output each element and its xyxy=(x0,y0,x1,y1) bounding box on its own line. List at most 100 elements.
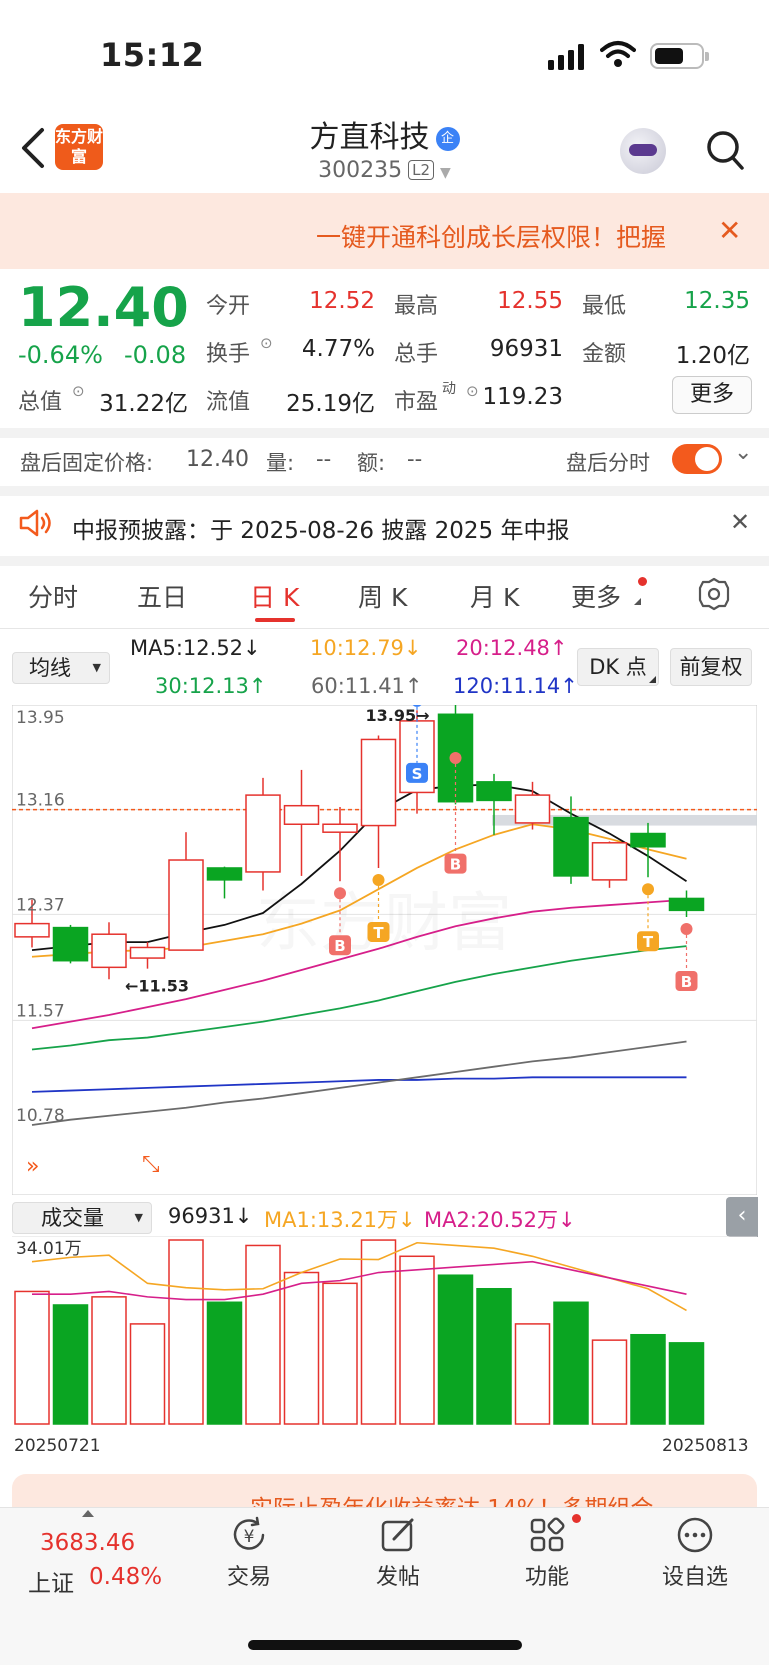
candle-up xyxy=(514,794,551,824)
nav-post-label: 发帖 xyxy=(375,1565,420,1590)
candle-up xyxy=(283,804,320,825)
tab-weekly-k[interactable]: 周 K xyxy=(358,578,407,614)
volume-bar-up xyxy=(322,1282,358,1425)
candle-up xyxy=(91,933,127,969)
y-tick-label: 13.95 xyxy=(16,708,65,728)
active-tab-indicator xyxy=(255,618,295,622)
signal-label: T xyxy=(643,933,654,951)
candlestick-chart[interactable]: 东方财富 BTSBTB 13.9513.1612.3711.5710.7813.… xyxy=(12,705,757,1195)
value-high: 12.55 xyxy=(497,288,563,314)
level-badge: L2 xyxy=(408,160,435,180)
ma60-value: 60:11.41↑ xyxy=(311,674,423,698)
candle-up xyxy=(591,842,628,881)
tab-more[interactable]: 更多 xyxy=(571,578,621,614)
volume-bar-down xyxy=(206,1301,243,1425)
status-time: 15:12 xyxy=(100,36,205,74)
dk-point-button[interactable]: DK 点 xyxy=(577,648,659,686)
divider xyxy=(0,556,769,566)
index-value[interactable]: 3683.46 xyxy=(40,1530,135,1556)
ma10-value: 10:12.79↓ xyxy=(310,636,422,660)
volume-bar-up xyxy=(245,1244,281,1425)
change-amount: -0.08 xyxy=(124,341,187,369)
volume-bar-up xyxy=(591,1339,628,1425)
volume-bar-up xyxy=(168,1239,204,1425)
tab-five-day[interactable]: 五日 xyxy=(137,578,187,614)
after-hours-price-value: 12.40 xyxy=(186,447,249,472)
volume-bar-up xyxy=(14,1290,50,1425)
volume-bar-up xyxy=(514,1323,551,1425)
double-chevron-icon[interactable]: » xyxy=(26,1154,39,1179)
after-hours-toggle[interactable] xyxy=(672,444,722,474)
app-screen: { "status_bar": { "time": "15:12" }, "he… xyxy=(0,0,769,1665)
volume-bar-down xyxy=(553,1301,589,1425)
after-hours-price-label: 盘后固定价格: xyxy=(20,451,154,475)
signal-dot xyxy=(334,887,346,900)
signal-label: B xyxy=(681,973,692,991)
index-change: 0.48% xyxy=(89,1564,163,1590)
change-percent: -0.64% xyxy=(18,341,103,369)
more-dots-icon xyxy=(677,1517,713,1553)
info-icon[interactable]: ⊙ xyxy=(466,382,479,400)
value-turnover: 4.77% xyxy=(301,336,375,362)
ma20-value: 20:12.48↑ xyxy=(456,636,568,660)
y-tick-label: 11.57 xyxy=(16,1001,65,1021)
pe-superscript: 动 xyxy=(442,381,456,397)
volume-select-label: 成交量 xyxy=(41,1206,104,1230)
label-market-cap: 总值 xyxy=(18,390,63,415)
nav-trade[interactable]: ¥ 交易 xyxy=(199,1515,299,1591)
robot-assistant-icon[interactable] xyxy=(620,128,666,174)
svg-text:¥: ¥ xyxy=(244,1527,255,1547)
volume-bar-down xyxy=(437,1274,474,1425)
corner-triangle-icon xyxy=(649,676,656,683)
signal-label: B xyxy=(450,856,461,874)
collapse-panel-button[interactable]: ‹ xyxy=(726,1197,758,1237)
tab-daily-k[interactable]: 日 K xyxy=(250,578,299,614)
indicator-select[interactable]: 均线 ▼ xyxy=(12,652,110,684)
vol-ma1-value: MA1:13.21万↓ xyxy=(264,1208,416,1232)
close-icon[interactable]: ✕ xyxy=(730,508,750,536)
date-end: 20250813 xyxy=(662,1436,749,1456)
close-icon[interactable]: ✕ xyxy=(718,214,741,247)
more-quote-button[interactable]: 更多 xyxy=(672,376,752,414)
tab-intraday[interactable]: 分时 xyxy=(28,578,78,614)
dk-point-label: DK 点 xyxy=(589,655,647,679)
info-icon[interactable]: ⊙ xyxy=(72,382,85,400)
index-name[interactable]: 上证 xyxy=(28,1564,74,1598)
candle-down xyxy=(52,926,89,962)
nav-add-watchlist[interactable]: 设自选 xyxy=(645,1515,745,1591)
notification-dot xyxy=(572,1514,581,1523)
signal-dot xyxy=(372,873,385,886)
nav-functions[interactable]: 功能 xyxy=(497,1515,597,1591)
price-adjust-button[interactable]: 前复权 xyxy=(670,648,752,686)
promo-banner-text: 一键开通科创成长层权限！把握 xyxy=(316,223,667,252)
info-icon[interactable]: ⊙ xyxy=(260,334,273,352)
label-pe: 市盈 xyxy=(394,390,439,415)
volume-indicator-select[interactable]: 成交量 ▼ xyxy=(12,1202,152,1234)
candle-up xyxy=(129,946,166,959)
chevron-down-icon[interactable]: ⌄ xyxy=(734,440,752,465)
label-float-cap: 流值 xyxy=(206,390,251,415)
vol-ma2-line xyxy=(32,1260,687,1301)
search-icon[interactable] xyxy=(705,128,745,172)
expand-icon[interactable]: ⤡ xyxy=(142,1152,160,1177)
tab-monthly-k[interactable]: 月 K xyxy=(470,578,519,614)
corner-triangle-icon xyxy=(634,598,641,605)
volume-bar-down xyxy=(668,1342,705,1425)
nav-add-watchlist-label: 设自选 xyxy=(661,1565,728,1590)
edit-icon xyxy=(381,1518,414,1552)
notification-dot xyxy=(638,577,647,586)
volume-bar-down xyxy=(52,1304,89,1425)
value-pe: 119.23 xyxy=(482,384,563,410)
candle-down xyxy=(630,832,666,848)
vol-ma2-value: MA2:20.52万↓ xyxy=(424,1208,576,1232)
candle-down xyxy=(476,781,512,802)
volume-bar-up xyxy=(91,1296,127,1425)
report-notice-text[interactable]: 中报预披露：于 2025-08-26 披露 2025 年中报 xyxy=(72,511,569,545)
nav-post[interactable]: 发帖 xyxy=(348,1515,448,1591)
candle-up xyxy=(322,823,358,833)
after-hours-amount-value: -- xyxy=(407,447,423,471)
value-volume: 96931 xyxy=(489,336,563,362)
chevron-down-icon: ▼ xyxy=(440,165,451,181)
gear-icon[interactable] xyxy=(697,577,731,611)
candle-down xyxy=(206,867,243,881)
